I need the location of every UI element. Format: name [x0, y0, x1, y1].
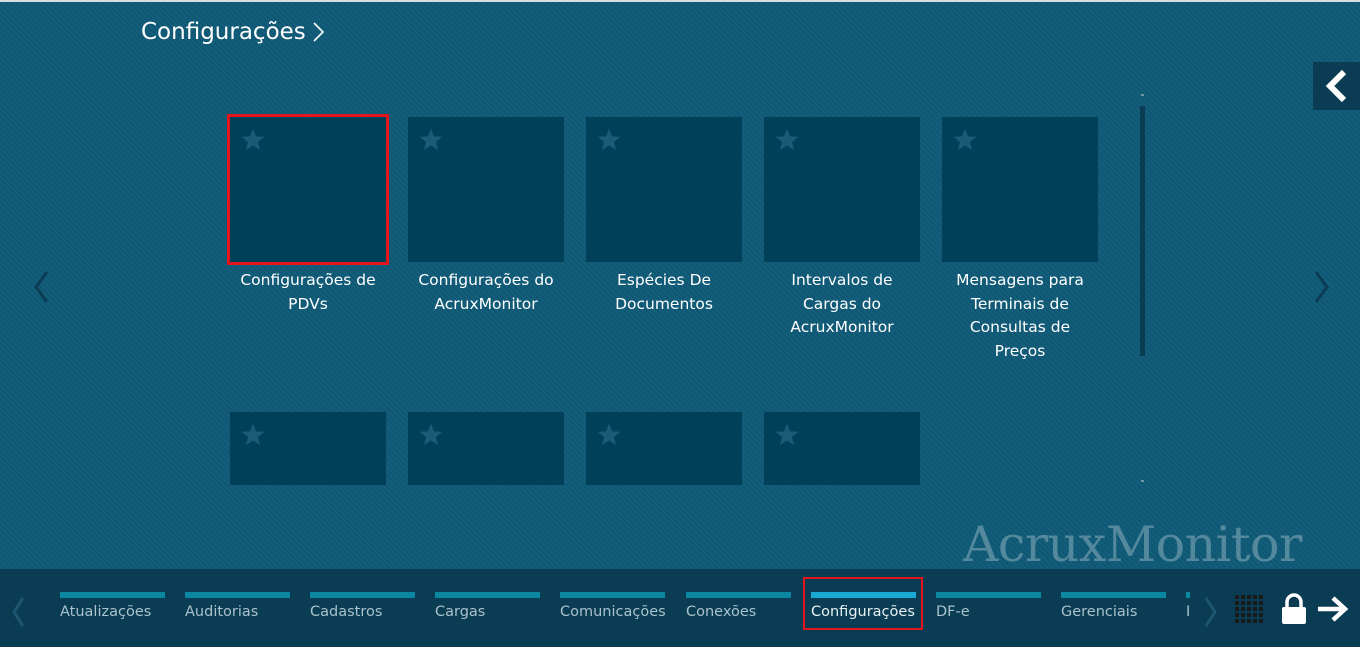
tabs-scroll-right-button[interactable]	[1201, 592, 1221, 632]
tile-label-line: Configurações de	[240, 271, 376, 289]
top-border	[0, 0, 1360, 2]
grid-icon	[1235, 595, 1263, 623]
tab-label: Atualizações	[60, 604, 152, 620]
tile-label[interactable]: Intervalos de Cargas do AcruxMonitor	[752, 269, 932, 340]
tile-label-line: Cargas do	[802, 294, 882, 313]
tab-label: I	[1186, 604, 1190, 620]
brand-watermark: AcruxMonitor	[963, 516, 1302, 573]
tab-label: Configurações	[811, 604, 915, 620]
tab-stripe	[1061, 592, 1166, 598]
next-page-button[interactable]	[1307, 262, 1337, 312]
star-icon[interactable]	[418, 127, 444, 153]
chevron-left-icon	[1325, 69, 1346, 103]
tile-configuracoes-do-acruxmonitor[interactable]	[408, 117, 564, 262]
tile-row2-2[interactable]	[408, 412, 564, 485]
star-icon[interactable]	[240, 422, 266, 448]
tab-auditorias[interactable]: Auditorias	[185, 569, 295, 647]
tab-stripe	[811, 592, 916, 598]
tab-cadastros[interactable]: Cadastros	[310, 569, 420, 647]
tab-label: DF-e	[936, 604, 970, 620]
tile-configuracoes-de-pdvs[interactable]	[227, 114, 389, 265]
tile-label-line: Terminais de	[971, 294, 1069, 313]
tab-df-e[interactable]: DF-e	[936, 569, 1046, 647]
chevron-right-icon	[1314, 271, 1329, 303]
tile-row2-4[interactable]	[764, 412, 920, 485]
tile-label[interactable]: Mensagens para Terminais de Consultas de…	[930, 269, 1110, 363]
tab-gerenciais[interactable]: Gerenciais	[1061, 569, 1171, 647]
tile-label-line: PDVs	[288, 294, 328, 313]
tile-label[interactable]: Configurações do AcruxMonitor	[396, 269, 576, 316]
lock-button[interactable]	[1279, 592, 1309, 626]
tab-partial[interactable]: I	[1186, 569, 1190, 647]
tab-label: Cadastros	[310, 604, 383, 620]
chevron-right-icon	[313, 22, 324, 42]
chevron-right-icon	[1204, 597, 1217, 627]
tile-label-line: Preços	[994, 341, 1046, 360]
vertical-scrollbar[interactable]	[1140, 94, 1145, 486]
star-icon[interactable]	[774, 422, 800, 448]
chevron-left-icon	[12, 597, 25, 627]
tab-cargas[interactable]: Cargas	[435, 569, 545, 647]
previous-page-button[interactable]	[26, 262, 56, 312]
tile-intervalos-de-cargas[interactable]	[764, 117, 920, 262]
tile-mensagens-terminais[interactable]	[942, 117, 1098, 262]
tile-row2-3[interactable]	[586, 412, 742, 485]
tile-label-line: AcruxMonitor	[790, 318, 894, 336]
tab-label: Auditorias	[185, 604, 259, 620]
star-icon[interactable]	[418, 422, 444, 448]
tab-stripe	[185, 592, 290, 598]
star-icon[interactable]	[596, 422, 622, 448]
tile-label-line: Intervalos de	[791, 271, 893, 289]
tab-atualizacoes[interactable]: Atualizações	[60, 569, 170, 647]
tile-label-line: Mensagens para	[956, 271, 1084, 289]
tab-stripe	[60, 592, 165, 598]
logout-button[interactable]	[1315, 594, 1351, 624]
tab-label: Conexões	[686, 604, 757, 620]
scrollbar-thumb[interactable]	[1140, 106, 1145, 356]
scroll-down-marker	[1141, 480, 1144, 482]
scroll-up-marker	[1141, 94, 1144, 96]
tab-stripe	[686, 592, 791, 598]
tab-label: Cargas	[435, 604, 486, 620]
page-title[interactable]: Configurações	[141, 16, 325, 48]
tile-label-line: AcruxMonitor	[434, 294, 538, 313]
tab-conexoes[interactable]: Conexões	[686, 569, 796, 647]
tile-label-line: Espécies De	[616, 271, 712, 289]
tab-label: Comunicações	[560, 604, 666, 620]
star-icon[interactable]	[240, 127, 266, 153]
apps-grid-button[interactable]	[1234, 594, 1268, 624]
tab-label: Gerenciais	[1061, 604, 1138, 620]
category-tabs: Atualizações Auditorias Cadastros Cargas…	[60, 569, 1190, 647]
arrow-right-icon	[1318, 596, 1349, 622]
tab-stripe	[435, 592, 540, 598]
tab-comunicacoes[interactable]: Comunicações	[560, 569, 670, 647]
tab-stripe	[310, 592, 415, 598]
lock-icon	[1282, 593, 1306, 624]
chevron-left-icon	[34, 271, 49, 303]
page-title-text: Configurações	[141, 19, 306, 45]
tab-configuracoes[interactable]: Configurações	[811, 569, 921, 647]
star-icon[interactable]	[596, 127, 622, 153]
tab-stripe	[1186, 592, 1190, 598]
star-icon[interactable]	[774, 127, 800, 153]
tab-stripe	[560, 592, 665, 598]
tile-label[interactable]: Espécies De Documentos	[574, 269, 754, 316]
tile-especies-de-documentos[interactable]	[586, 117, 742, 262]
tile-row2-1[interactable]	[230, 412, 386, 485]
collapse-panel-button[interactable]	[1313, 62, 1360, 110]
star-icon[interactable]	[952, 127, 978, 153]
tabs-scroll-left-button[interactable]	[8, 592, 28, 632]
tile-label-line: Configurações do	[418, 271, 554, 289]
tile-label-line: Consultas de	[969, 318, 1071, 336]
tile-label[interactable]: Configurações de PDVs	[218, 269, 398, 316]
tile-label-line: Documentos	[615, 294, 713, 313]
tab-stripe	[936, 592, 1041, 598]
